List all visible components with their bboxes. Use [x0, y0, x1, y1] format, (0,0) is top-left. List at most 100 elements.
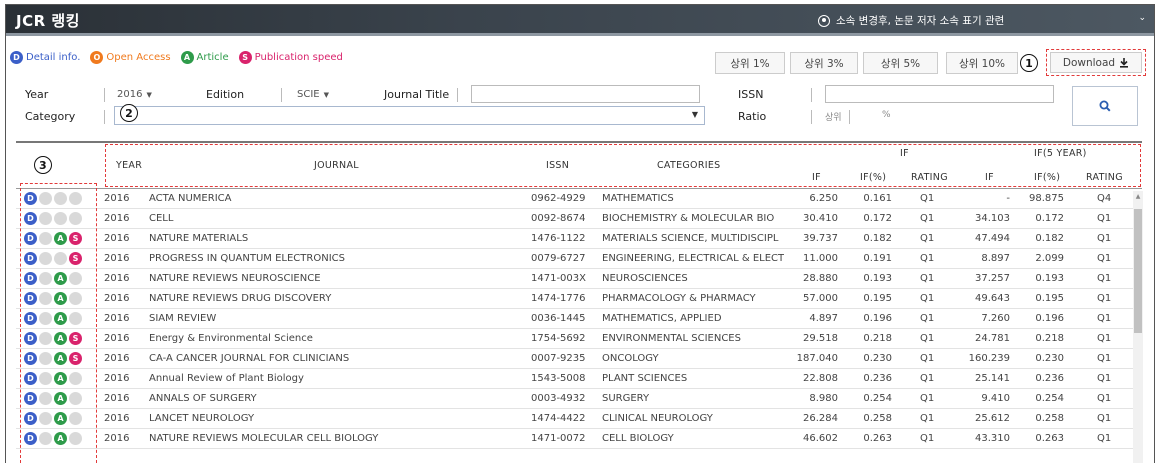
- legend: D Detail info. O Open Access A Article S…: [10, 51, 343, 64]
- cell-if5-pct: 98.875: [1029, 193, 1064, 204]
- cell-rating: Q1: [920, 413, 935, 424]
- cell-rating5: Q1: [1097, 273, 1112, 284]
- table-row[interactable]: D 2016 ACTA NUMERICA 0962-4929 MATHEMATICS 6.…: [16, 189, 1142, 209]
- cell-journal[interactable]: CA-A CANCER JOURNAL FOR CLINICIANS: [149, 353, 499, 364]
- cell-category: MATERIALS SCIENCE, MULTIDISCIPL: [602, 233, 779, 244]
- title-bar: JCR 랭킹 소속 변경후, 논문 저자 소속 표기 관련 ⌄: [6, 5, 1154, 36]
- table-row[interactable]: D A S 2016 Energy & Environmental Science 175…: [16, 329, 1142, 349]
- cell-year: 2016: [104, 353, 130, 364]
- collapse-toggle-icon[interactable]: ⌄: [1138, 13, 1146, 23]
- cell-if: 29.518: [803, 333, 838, 344]
- year-select[interactable]: 2016 ▼: [117, 86, 152, 103]
- cell-if5-pct: 0.218: [1035, 333, 1064, 344]
- cell-rating5: Q1: [1097, 433, 1112, 444]
- chevron-down-icon: ▼: [323, 90, 329, 99]
- cell-rating: Q1: [920, 233, 935, 244]
- cell-year: 2016: [104, 233, 130, 244]
- cell-journal[interactable]: Annual Review of Plant Biology: [149, 373, 499, 384]
- top-3pct-button[interactable]: 상위 3%: [790, 52, 858, 74]
- cell-if-pct: 0.258: [863, 413, 892, 424]
- icon-column-highlight-box: [20, 183, 97, 463]
- table-row[interactable]: D A S 2016 CA-A CANCER JOURNAL FOR CLINICIAN…: [16, 349, 1142, 369]
- cell-if5: 8.897: [981, 253, 1010, 264]
- cell-journal[interactable]: NATURE MATERIALS: [149, 233, 499, 244]
- cell-year: 2016: [104, 213, 130, 224]
- ratio-unit: %: [882, 110, 891, 120]
- top-1pct-button[interactable]: 상위 1%: [715, 52, 785, 74]
- cell-category: BIOCHEMISTRY & MOLECULAR BIO: [602, 213, 775, 224]
- table-row[interactable]: D A 2016 SIAM REVIEW 0036-1445 MATHEMATICS, A…: [16, 309, 1142, 329]
- table-row[interactable]: D A 2016 NATURE REVIEWS DRUG DISCOVERY 1474-…: [16, 289, 1142, 309]
- cell-rating: Q1: [920, 293, 935, 304]
- cell-journal[interactable]: PROGRESS IN QUANTUM ELECTRONICS: [149, 253, 499, 264]
- top-10pct-button[interactable]: 상위 10%: [946, 52, 1018, 74]
- table-row[interactable]: D S 2016 PROGRESS IN QUANTUM ELECTRONICS 007…: [16, 249, 1142, 269]
- cell-journal[interactable]: NATURE REVIEWS NEUROSCIENCE: [149, 273, 499, 284]
- search-button[interactable]: [1072, 86, 1138, 126]
- affiliation-notice-link[interactable]: 소속 변경후, 논문 저자 소속 표기 관련: [818, 13, 1004, 28]
- cell-journal[interactable]: LANCET NEUROLOGY: [149, 413, 499, 424]
- cell-if-pct: 0.236: [863, 373, 892, 384]
- table-row[interactable]: D A 2016 LANCET NEUROLOGY 1474-4422 CLINICAL …: [16, 409, 1142, 429]
- cell-journal[interactable]: Energy & Environmental Science: [149, 333, 499, 344]
- cell-rating: Q1: [920, 353, 935, 364]
- legend-article: A Article: [180, 51, 229, 64]
- cell-journal[interactable]: CELL: [149, 213, 499, 224]
- cell-rating5: Q1: [1097, 413, 1112, 424]
- cell-if-pct: 0.230: [863, 353, 892, 364]
- table-scrollbar-thumb[interactable]: [1134, 209, 1142, 333]
- table-row[interactable]: D A S 2016 NATURE MATERIALS 1476-1122 MATERIAL…: [16, 229, 1142, 249]
- top-5pct-button[interactable]: 상위 5%: [863, 52, 938, 74]
- cell-if: 57.000: [803, 293, 838, 304]
- category-select[interactable]: ▼: [114, 106, 705, 125]
- cell-rating5: Q1: [1097, 253, 1112, 264]
- issn-input[interactable]: [825, 85, 1054, 103]
- cell-if-pct: 0.218: [863, 333, 892, 344]
- cell-journal[interactable]: NATURE REVIEWS DRUG DISCOVERY: [149, 293, 499, 304]
- cell-category: ENVIRONMENTAL SCIENCES: [602, 333, 741, 344]
- legend-detail-info-label: Detail info.: [26, 52, 81, 63]
- cell-if5-pct: 0.182: [1035, 233, 1064, 244]
- cell-rating: Q1: [920, 193, 935, 204]
- open-access-badge-icon: O: [90, 51, 104, 64]
- table-row[interactable]: D A 2016 NATURE REVIEWS NEUROSCIENCE 1471-00…: [16, 269, 1142, 289]
- cell-rating5: Q1: [1097, 333, 1112, 344]
- cell-rating5: Q1: [1097, 213, 1112, 224]
- table-row[interactable]: D A 2016 NATURE REVIEWS MOLECULAR CELL BIOL…: [16, 429, 1142, 449]
- cell-issn: 0003-4932: [531, 393, 586, 404]
- table-row[interactable]: D A 2016 ANNALS OF SURGERY 0003-4932 SURGERY 8…: [16, 389, 1142, 409]
- ratio-label: Ratio: [738, 110, 767, 123]
- ratio-prefix: 상위: [825, 113, 842, 123]
- cell-issn: 1476-1122: [531, 233, 586, 244]
- legend-open-access-label: Open Access: [106, 52, 171, 63]
- cell-journal[interactable]: NATURE REVIEWS MOLECULAR CELL BIOLOGY: [149, 433, 499, 444]
- cell-if5-pct: 0.230: [1035, 353, 1064, 364]
- download-icon: [1120, 57, 1129, 68]
- ratio-input[interactable]: [854, 108, 876, 126]
- cell-category: PHARMACOLOGY & PHARMACY: [602, 293, 756, 304]
- download-button[interactable]: Download: [1050, 52, 1142, 73]
- cell-category: CELL BIOLOGY: [602, 433, 674, 444]
- cell-year: 2016: [104, 273, 130, 284]
- cell-issn: 1474-4422: [531, 413, 586, 424]
- edition-select[interactable]: SCIE ▼: [297, 86, 329, 103]
- table-row[interactable]: D A 2016 Annual Review of Plant Biology 1543…: [16, 369, 1142, 389]
- cell-journal[interactable]: ANNALS OF SURGERY: [149, 393, 499, 404]
- cell-journal[interactable]: ACTA NUMERICA: [149, 193, 499, 204]
- search-icon: [1099, 100, 1111, 112]
- cell-rating: Q1: [920, 253, 935, 264]
- legend-publication-speed: S Publication speed: [238, 51, 343, 64]
- cell-if: 187.040: [796, 353, 838, 364]
- cell-rating: Q1: [920, 433, 935, 444]
- cell-rating5: Q1: [1097, 233, 1112, 244]
- publication-speed-badge-icon: S: [238, 51, 252, 64]
- cell-journal[interactable]: SIAM REVIEW: [149, 313, 499, 324]
- legend-publication-speed-label: Publication speed: [254, 52, 343, 63]
- cell-year: 2016: [104, 313, 130, 324]
- panel-title: JCR 랭킹: [16, 12, 80, 30]
- scroll-up-arrow-icon[interactable]: ▲: [1134, 192, 1142, 201]
- cell-if: 46.602: [803, 433, 838, 444]
- edition-select-value: SCIE: [297, 89, 320, 100]
- table-row[interactable]: D 2016 CELL 0092-8674 BIOCHEMISTRY & MOLECUL…: [16, 209, 1142, 229]
- journal-title-input[interactable]: [471, 85, 700, 103]
